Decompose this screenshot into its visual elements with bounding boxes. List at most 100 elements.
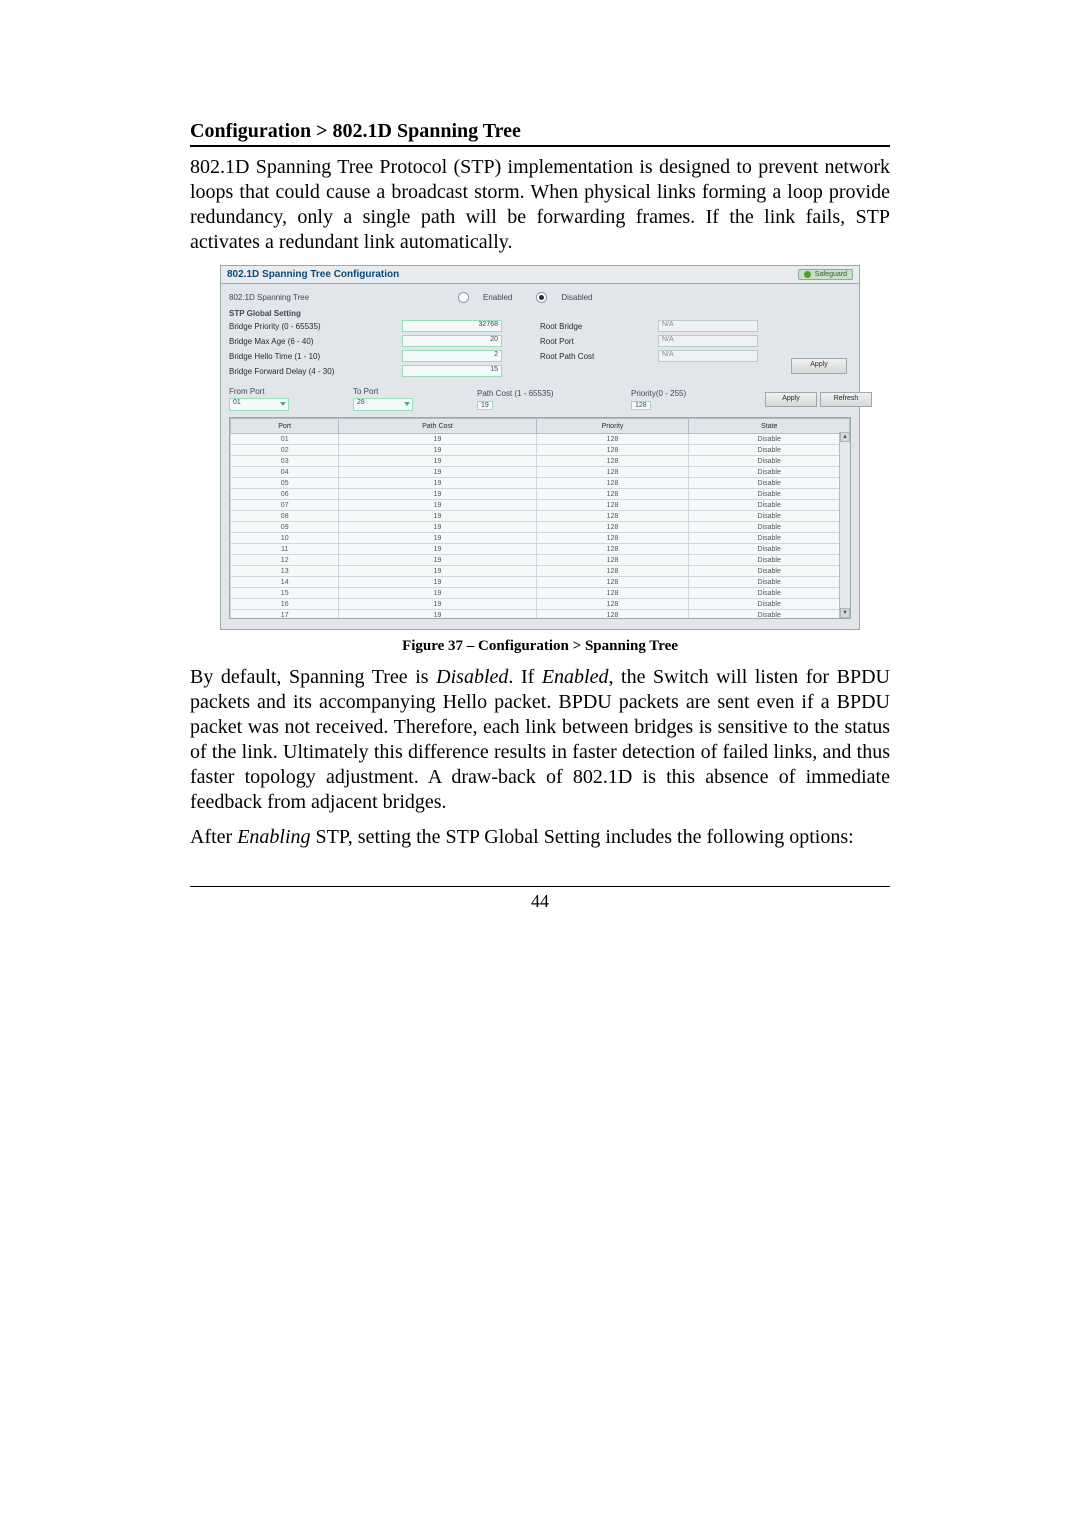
table-cell: 01 [231,434,339,445]
table-cell: 19 [339,456,536,467]
stp-config-panel: 802.1D Spanning Tree Configuration Safeg… [220,265,860,630]
table-row: 1219128Disable [231,555,850,566]
panel-header: 802.1D Spanning Tree Configuration Safeg… [221,266,859,284]
table-cell: 13 [231,566,339,577]
table-cell: Disable [689,599,850,610]
table-cell: 19 [339,478,536,489]
port-table-header-row: PortPath CostPriorityState [231,419,850,434]
table-cell: 128 [536,522,689,533]
table-cell: 14 [231,577,339,588]
table-cell: 19 [339,555,536,566]
table-cell: 06 [231,489,339,500]
radio-disabled[interactable] [536,292,547,303]
table-cell: 128 [536,610,689,620]
bridge-maxage-label: Bridge Max Age (6 - 40) [229,337,374,346]
table-cell: 19 [339,588,536,599]
port-table-header-cell: Port [231,419,339,434]
table-cell: 128 [536,445,689,456]
bridge-fwd-input[interactable]: 15 [402,365,502,377]
table-cell: 19 [339,467,536,478]
table-cell: 19 [339,610,536,620]
root-bridge-field: N/A [658,320,758,332]
safeguard-badge: Safeguard [798,269,853,280]
table-cell: 07 [231,500,339,511]
text-fragment: After [190,826,237,848]
em-enabling: Enabling [237,826,310,848]
refresh-button[interactable]: Refresh [820,392,872,407]
table-cell: Disable [689,588,850,599]
to-port-select[interactable]: 28 [353,398,413,411]
table-row: 0419128Disable [231,467,850,478]
table-cell: 19 [339,533,536,544]
panel-body: 802.1D Spanning Tree Enabled Disabled ST… [221,284,859,629]
port-table-header-cell: Path Cost [339,419,536,434]
page-number: 44 [531,891,549,911]
table-cell: 17 [231,610,339,620]
bridge-priority-input[interactable]: 32768 [402,320,502,332]
path-cost-input[interactable]: 19 [477,401,493,410]
table-cell: 03 [231,456,339,467]
table-cell: 12 [231,555,339,566]
table-cell: 128 [536,478,689,489]
table-cell: Disable [689,544,850,555]
root-path-field: N/A [658,350,758,362]
apply-port-button[interactable]: Apply [765,392,817,407]
table-cell: Disable [689,467,850,478]
stp-global-grid: Bridge Priority (0 - 65535) 32768 Root B… [229,320,851,377]
from-port-select[interactable]: 01 [229,398,289,411]
radio-disabled-label: Disabled [561,293,592,302]
table-row: 1719128Disable [231,610,850,620]
table-row: 0919128Disable [231,522,850,533]
text-fragment: By default, Spanning Tree is [190,666,436,688]
body-paragraph-1: By default, Spanning Tree is Disabled. I… [190,665,890,815]
table-cell: 05 [231,478,339,489]
document-page: Configuration > 802.1D Spanning Tree 802… [190,0,890,850]
em-enabled: Enabled [542,666,609,688]
radio-enabled[interactable] [458,292,469,303]
table-cell: 08 [231,511,339,522]
scroll-down-icon[interactable]: ▼ [840,608,850,618]
body-paragraph-2: After Enabling STP, setting the STP Glob… [190,825,890,850]
figure-caption: Figure 37 – Configuration > Spanning Tre… [190,638,890,655]
text-fragment: . If [508,666,541,688]
vertical-scrollbar[interactable]: ▲ ▼ [839,432,850,618]
radio-enabled-label: Enabled [483,293,512,302]
status-dot-icon [804,271,811,278]
table-cell: 128 [536,566,689,577]
table-row: 0319128Disable [231,456,850,467]
table-row: 1119128Disable [231,544,850,555]
scroll-up-icon[interactable]: ▲ [840,432,850,442]
table-cell: Disable [689,555,850,566]
section-heading: Configuration > 802.1D Spanning Tree [190,120,890,147]
table-cell: 19 [339,577,536,588]
table-cell: Disable [689,478,850,489]
table-cell: 11 [231,544,339,555]
table-cell: 128 [536,467,689,478]
table-cell: 19 [339,489,536,500]
table-cell: 19 [339,566,536,577]
table-cell: Disable [689,566,850,577]
table-cell: 128 [536,434,689,445]
table-cell: 19 [339,599,536,610]
table-row: 1519128Disable [231,588,850,599]
table-cell: Disable [689,533,850,544]
root-port-label: Root Port [540,337,630,346]
table-cell: Disable [689,522,850,533]
root-bridge-label: Root Bridge [540,322,630,331]
table-row: 1019128Disable [231,533,850,544]
table-cell: 19 [339,500,536,511]
bridge-maxage-input[interactable]: 20 [402,335,502,347]
table-row: 0519128Disable [231,478,850,489]
port-controls-row: From Port 01 To Port 28 Path Cost (1 - 6… [229,387,851,411]
port-table-header-cell: Priority [536,419,689,434]
table-cell: 19 [339,522,536,533]
bridge-hello-input[interactable]: 2 [402,350,502,362]
port-priority-input[interactable]: 128 [631,401,651,410]
text-fragment: , the Switch will listen for BPDU packet… [190,666,890,813]
table-row: 0819128Disable [231,511,850,522]
apply-global-button[interactable]: Apply [791,358,847,374]
bridge-priority-label: Bridge Priority (0 - 65535) [229,322,374,331]
table-cell: 04 [231,467,339,478]
table-cell: 19 [339,544,536,555]
table-row: 0619128Disable [231,489,850,500]
